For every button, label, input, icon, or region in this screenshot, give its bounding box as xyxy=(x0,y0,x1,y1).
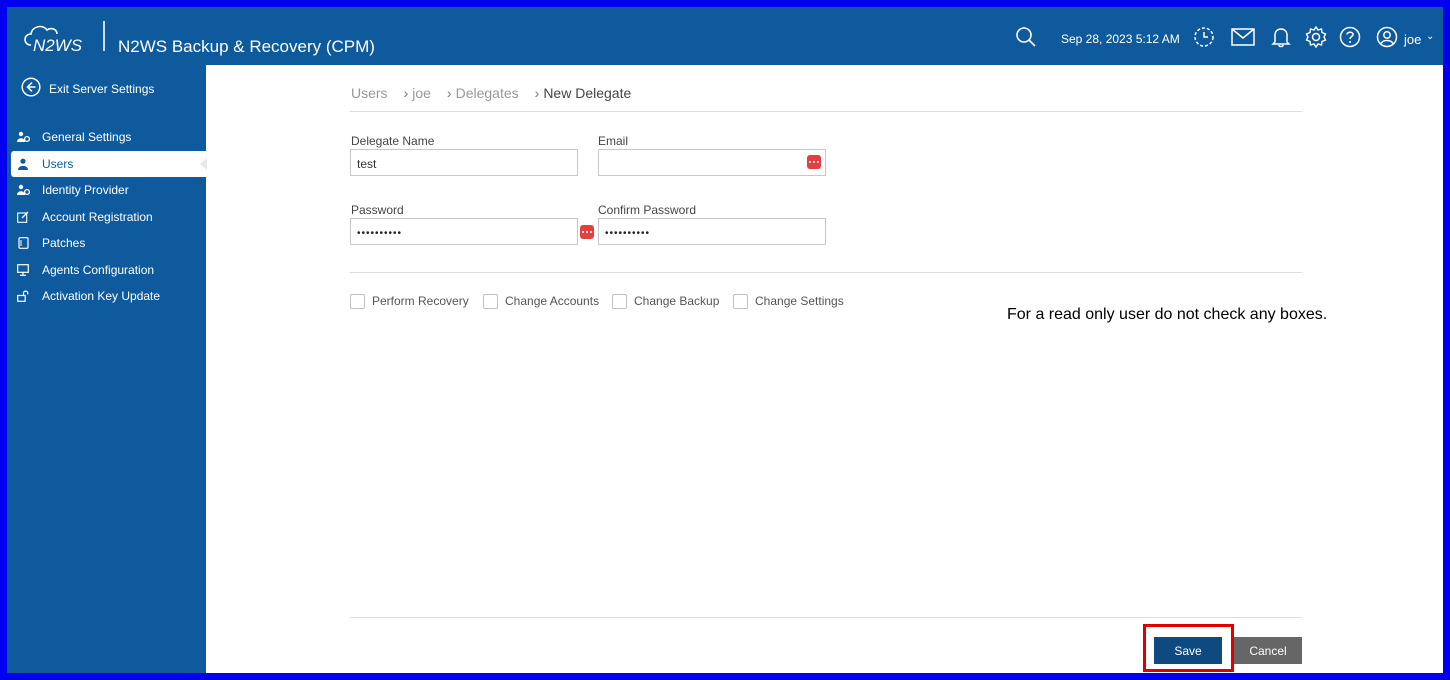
divider xyxy=(350,272,1302,273)
sidebar-item-label: Activation Key Update xyxy=(42,289,161,303)
recent-activity-icon[interactable] xyxy=(1192,25,1216,49)
breadcrumb-current: New Delegate xyxy=(543,85,632,101)
confirm-password-input[interactable]: •••••••••• xyxy=(598,218,826,245)
chevron-right-icon: › xyxy=(534,85,540,101)
checkbox-label: Perform Recovery xyxy=(372,294,469,308)
perform-recovery-checkbox[interactable] xyxy=(350,293,365,309)
delegate-name-label: Delegate Name xyxy=(351,134,435,148)
change-backup-option[interactable]: Change Backup xyxy=(612,293,719,309)
sidebar-item-label: Identity Provider xyxy=(42,183,129,197)
breadcrumb: Users › joe › Delegates › New Delegate xyxy=(351,85,635,101)
sidebar-item-label: General Settings xyxy=(42,130,132,144)
sidebar-item-agents-configuration[interactable]: Agents Configuration xyxy=(11,257,206,283)
app-window: N2WS N2WS Backup & Recovery (CPM) Sep 28… xyxy=(7,7,1443,673)
breadcrumb-users[interactable]: Users xyxy=(351,85,388,101)
checkbox-label: Change Backup xyxy=(634,294,720,308)
logo-text: N2WS xyxy=(33,36,83,55)
chevron-down-icon[interactable]: ⌄ xyxy=(1426,31,1434,42)
user-circle-icon[interactable] xyxy=(1375,25,1399,49)
password-input[interactable]: •••••••••• xyxy=(350,218,578,245)
password-manager-icon[interactable] xyxy=(580,225,594,239)
change-backup-checkbox[interactable] xyxy=(612,293,627,309)
sidebar-item-identity-provider[interactable]: Identity Provider xyxy=(11,177,206,203)
users-gear-icon xyxy=(16,183,30,197)
breadcrumb-joe[interactable]: joe xyxy=(412,85,431,101)
divider xyxy=(350,617,1302,618)
sidebar-item-users[interactable]: Users xyxy=(11,151,207,177)
current-datetime: Sep 28, 2023 5:12 AM xyxy=(1061,32,1180,46)
sidebar-item-general-settings[interactable]: General Settings xyxy=(11,124,206,150)
password-label: Password xyxy=(351,203,404,217)
email-label: Email xyxy=(598,134,629,148)
users-gear-icon xyxy=(16,130,30,144)
sidebar-item-label: Users xyxy=(42,157,74,171)
user-menu-name[interactable]: joe xyxy=(1404,32,1421,47)
sidebar: Exit Server Settings General Settings Us… xyxy=(7,65,207,673)
exit-server-settings-button[interactable]: Exit Server Settings xyxy=(21,76,155,102)
monitor-icon xyxy=(16,263,30,277)
save-button[interactable]: Save xyxy=(1154,637,1222,664)
chevron-right-icon: › xyxy=(446,85,452,101)
cancel-button[interactable]: Cancel xyxy=(1234,637,1302,664)
confirm-password-label: Confirm Password xyxy=(598,203,697,217)
sidebar-item-patches[interactable]: Patches xyxy=(11,230,206,256)
user-icon xyxy=(16,157,30,171)
change-accounts-option[interactable]: Change Accounts xyxy=(483,293,599,309)
sidebar-item-activation-key-update[interactable]: Activation Key Update xyxy=(11,283,206,309)
breadcrumb-delegates[interactable]: Delegates xyxy=(456,85,519,101)
change-settings-checkbox[interactable] xyxy=(733,293,748,309)
sidebar-item-label: Agents Configuration xyxy=(42,263,155,277)
chevron-right-icon: › xyxy=(403,85,409,101)
top-bar: N2WS N2WS Backup & Recovery (CPM) Sep 28… xyxy=(7,7,1443,65)
app-title: N2WS Backup & Recovery (CPM) xyxy=(118,37,375,56)
unlock-icon xyxy=(16,289,30,303)
n2ws-logo[interactable]: N2WS xyxy=(21,17,91,57)
exit-server-settings-label: Exit Server Settings xyxy=(49,82,155,96)
arrow-left-circle-icon xyxy=(21,76,41,102)
sidebar-item-account-registration[interactable]: Account Registration xyxy=(11,204,206,230)
change-settings-option[interactable]: Change Settings xyxy=(733,293,844,309)
bell-icon[interactable] xyxy=(1269,25,1293,49)
gear-icon[interactable] xyxy=(1304,25,1328,49)
logo-divider xyxy=(103,21,105,51)
patch-icon xyxy=(16,236,30,250)
divider xyxy=(350,111,1302,112)
delegate-name-input[interactable]: test xyxy=(350,149,578,176)
checkbox-label: Change Accounts xyxy=(505,294,600,308)
change-accounts-checkbox[interactable] xyxy=(483,293,498,309)
sidebar-item-label: Account Registration xyxy=(42,210,153,224)
search-icon[interactable] xyxy=(1014,25,1038,49)
perform-recovery-option[interactable]: Perform Recovery xyxy=(350,293,469,309)
email-input[interactable] xyxy=(598,149,826,176)
edit-icon xyxy=(16,210,30,224)
sidebar-item-label: Patches xyxy=(42,236,86,250)
annotation-note: For a read only user do not check any bo… xyxy=(1007,306,1328,323)
password-manager-icon[interactable] xyxy=(807,155,821,169)
checkbox-label: Change Settings xyxy=(755,294,844,308)
help-icon[interactable] xyxy=(1338,25,1362,49)
mail-icon[interactable] xyxy=(1231,25,1255,49)
